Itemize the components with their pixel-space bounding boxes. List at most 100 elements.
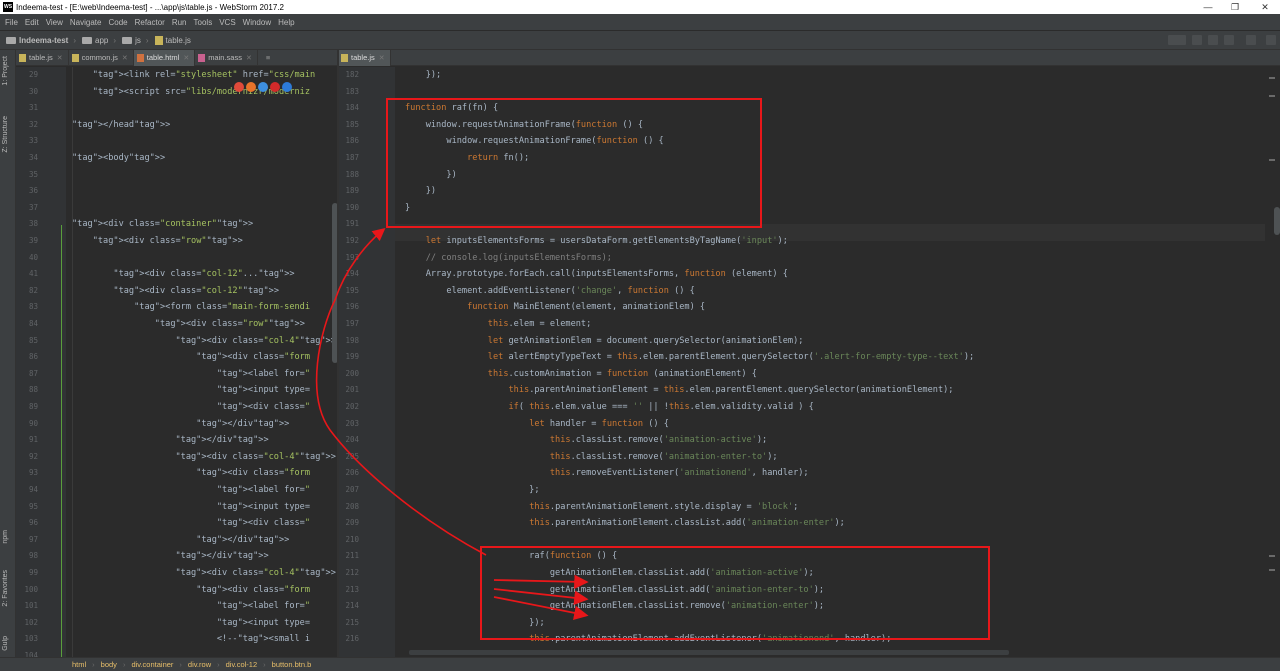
right-code-line[interactable]: window.requestAnimationFrame(function ()… — [405, 117, 643, 134]
close-tab-icon[interactable]: ✕ — [122, 54, 128, 62]
menu-window[interactable]: Window — [243, 18, 271, 27]
breadcrumb-app[interactable]: app — [82, 36, 108, 45]
left-code-line[interactable]: "tag"><input type= — [72, 615, 310, 632]
right-code-line[interactable]: let inputsElementsForms = usersDataForm.… — [405, 233, 788, 250]
left-code-line[interactable]: "tag"></div"tag">> — [72, 432, 268, 449]
menu-code[interactable]: Code — [108, 18, 127, 27]
chrome-icon[interactable] — [234, 82, 244, 92]
menu-navigate[interactable]: Navigate — [70, 18, 102, 27]
menu-help[interactable]: Help — [278, 18, 294, 27]
left-code-line[interactable]: "tag"><div class="form — [72, 465, 310, 482]
right-code-line[interactable]: return fn(); — [405, 150, 529, 167]
breadcrumb-project[interactable]: Indeema-test — [6, 36, 68, 45]
stop-icon[interactable] — [1246, 35, 1256, 45]
minimize-button[interactable]: — — [1193, 0, 1223, 14]
menu-tools[interactable]: Tools — [194, 18, 213, 27]
left-code-line[interactable]: "tag"></div"tag">> — [72, 548, 268, 565]
breadcrumb-file[interactable]: table.js — [154, 35, 191, 45]
debug-icon[interactable] — [1208, 35, 1218, 45]
left-code-line[interactable]: "tag"><div class=" — [72, 399, 310, 416]
structure-tool-button[interactable]: Z: Structure — [2, 116, 9, 153]
ie-icon[interactable] — [282, 82, 292, 92]
left-code-line[interactable]: "tag"><div class="row""tag">> — [72, 233, 243, 250]
close-tab-icon[interactable]: ✕ — [57, 54, 63, 62]
tag-breadcrumb-html[interactable]: html — [72, 660, 86, 669]
left-code-line[interactable]: "tag"><input type= — [72, 499, 310, 516]
tab-table-html[interactable]: table.html ✕ — [133, 49, 196, 66]
close-button[interactable]: ✕ — [1250, 0, 1280, 14]
breadcrumb-js[interactable]: js — [122, 36, 141, 45]
menu-edit[interactable]: Edit — [25, 18, 39, 27]
menu-run[interactable]: Run — [172, 18, 187, 27]
tag-breadcrumb-container[interactable]: div.container — [131, 660, 173, 669]
close-tab-icon[interactable]: ✕ — [246, 54, 252, 62]
left-editor[interactable]: 29 "tag"><link rel="stylesheet" href="cs… — [16, 67, 338, 657]
close-tab-icon[interactable]: ✕ — [183, 54, 189, 62]
tab-list-icon[interactable]: ≡ — [266, 53, 270, 62]
right-code-line[interactable]: this.removeEventListener('animationend',… — [405, 465, 809, 482]
left-code-line[interactable]: "tag"><label for=" — [72, 366, 310, 383]
tab-table-js[interactable]: table.js ✕ — [16, 49, 69, 66]
right-code-line[interactable]: window.requestAnimationFrame(function ()… — [405, 133, 663, 150]
right-code-line[interactable]: this.parentAnimationElement.classList.ad… — [405, 515, 845, 532]
left-code-line[interactable]: "tag"><div class="col-12""tag">> — [72, 283, 279, 300]
left-code-line[interactable]: "tag"></head"tag">> — [72, 117, 170, 134]
right-editor[interactable]: 182 }); 183 184 function raf(fn) {185 windo… — [339, 67, 1280, 657]
error-stripe-mark[interactable] — [1269, 569, 1275, 571]
left-code-line[interactable]: "tag"><div class="col-4""tag">> — [72, 449, 335, 466]
right-scrollbar-thumb[interactable] — [1274, 207, 1280, 235]
right-code-line[interactable]: let handler = function () { — [405, 416, 669, 433]
tag-breadcrumb-row[interactable]: div.row — [188, 660, 211, 669]
tab-main-sass[interactable]: main.sass ✕ — [195, 49, 258, 66]
right-code-line[interactable]: element.addEventListener('change', funct… — [405, 283, 694, 300]
left-code-line[interactable]: "tag"><div class="col-12"..."tag">> — [72, 266, 294, 283]
right-code-line[interactable]: this.parentAnimationElement.addEventList… — [405, 631, 891, 648]
tab-table-js-right[interactable]: table.js ✕ — [338, 49, 391, 66]
menu-vcs[interactable]: VCS — [219, 18, 235, 27]
right-code-line[interactable]: function raf(fn) { — [405, 100, 498, 117]
tab-common-js[interactable]: common.js ✕ — [69, 49, 134, 66]
left-code-line[interactable]: "tag"></div"tag">> — [72, 532, 289, 549]
right-code-line[interactable]: }); — [405, 67, 442, 84]
coverage-icon[interactable] — [1224, 35, 1234, 45]
left-code-line[interactable]: "tag"><div class="form — [72, 582, 310, 599]
right-code-line[interactable]: // console.log(inputsElementsForms); — [405, 250, 612, 267]
close-tab-icon[interactable]: ✕ — [379, 54, 385, 62]
left-code-line[interactable]: "tag"><div class="col-4""tag">> — [72, 333, 335, 350]
left-code-line[interactable]: "tag"><input type= — [72, 382, 310, 399]
right-code-line[interactable]: }; — [405, 482, 539, 499]
right-code-line[interactable]: this.parentAnimationElement.style.displa… — [405, 499, 798, 516]
right-code-line[interactable]: } — [405, 200, 410, 217]
right-code-line[interactable]: this.customAnimation = function (animati… — [405, 366, 757, 383]
opera-icon[interactable] — [270, 82, 280, 92]
error-stripe-mark[interactable] — [1269, 77, 1275, 79]
gulp-tool-button[interactable]: Gulp — [2, 636, 9, 651]
search-everywhere-icon[interactable] — [1266, 35, 1276, 45]
right-code-line[interactable]: this.parentAnimationElement = this.elem.… — [405, 382, 953, 399]
maximize-button[interactable]: ❐ — [1220, 0, 1250, 14]
menu-view[interactable]: View — [46, 18, 63, 27]
left-code-line[interactable]: "tag"><div class="container""tag">> — [72, 216, 253, 233]
right-code-line[interactable]: Array.prototype.forEach.call(inputsEleme… — [405, 266, 788, 283]
right-code-line[interactable]: }) — [405, 183, 436, 200]
left-code-line[interactable]: "tag"><div class="col-4""tag">> — [72, 565, 335, 582]
error-stripe-mark[interactable] — [1269, 159, 1275, 161]
left-code-line[interactable]: "tag"></div"tag">> — [72, 416, 289, 433]
right-code-line[interactable]: getAnimationElem.classList.remove('anima… — [405, 598, 824, 615]
left-code-line[interactable]: <!--"tag"><small i — [72, 631, 310, 648]
right-code-line[interactable]: getAnimationElem.classList.add('animatio… — [405, 582, 824, 599]
right-code-line[interactable]: raf(function () { — [405, 548, 617, 565]
right-code-line[interactable]: this.classList.remove('animation-enter-t… — [405, 449, 778, 466]
run-icon[interactable] — [1192, 35, 1202, 45]
left-code-line[interactable]: "tag"><label for=" — [72, 598, 310, 615]
right-code-line[interactable]: }) — [405, 167, 456, 184]
safari-icon[interactable] — [258, 82, 268, 92]
right-code-line[interactable]: }); — [405, 615, 545, 632]
left-code-line[interactable]: "tag"><label for=" — [72, 482, 310, 499]
left-code-line[interactable]: "tag"><form class="main-form-sendi — [72, 299, 310, 316]
left-code-line[interactable]: "tag"><body"tag">> — [72, 150, 165, 167]
error-stripe-mark[interactable] — [1269, 555, 1275, 557]
project-tool-button[interactable]: 1: Project — [2, 56, 9, 86]
right-code-line[interactable]: function MainElement(element, animationE… — [405, 299, 705, 316]
run-config-dropdown[interactable] — [1168, 35, 1186, 45]
